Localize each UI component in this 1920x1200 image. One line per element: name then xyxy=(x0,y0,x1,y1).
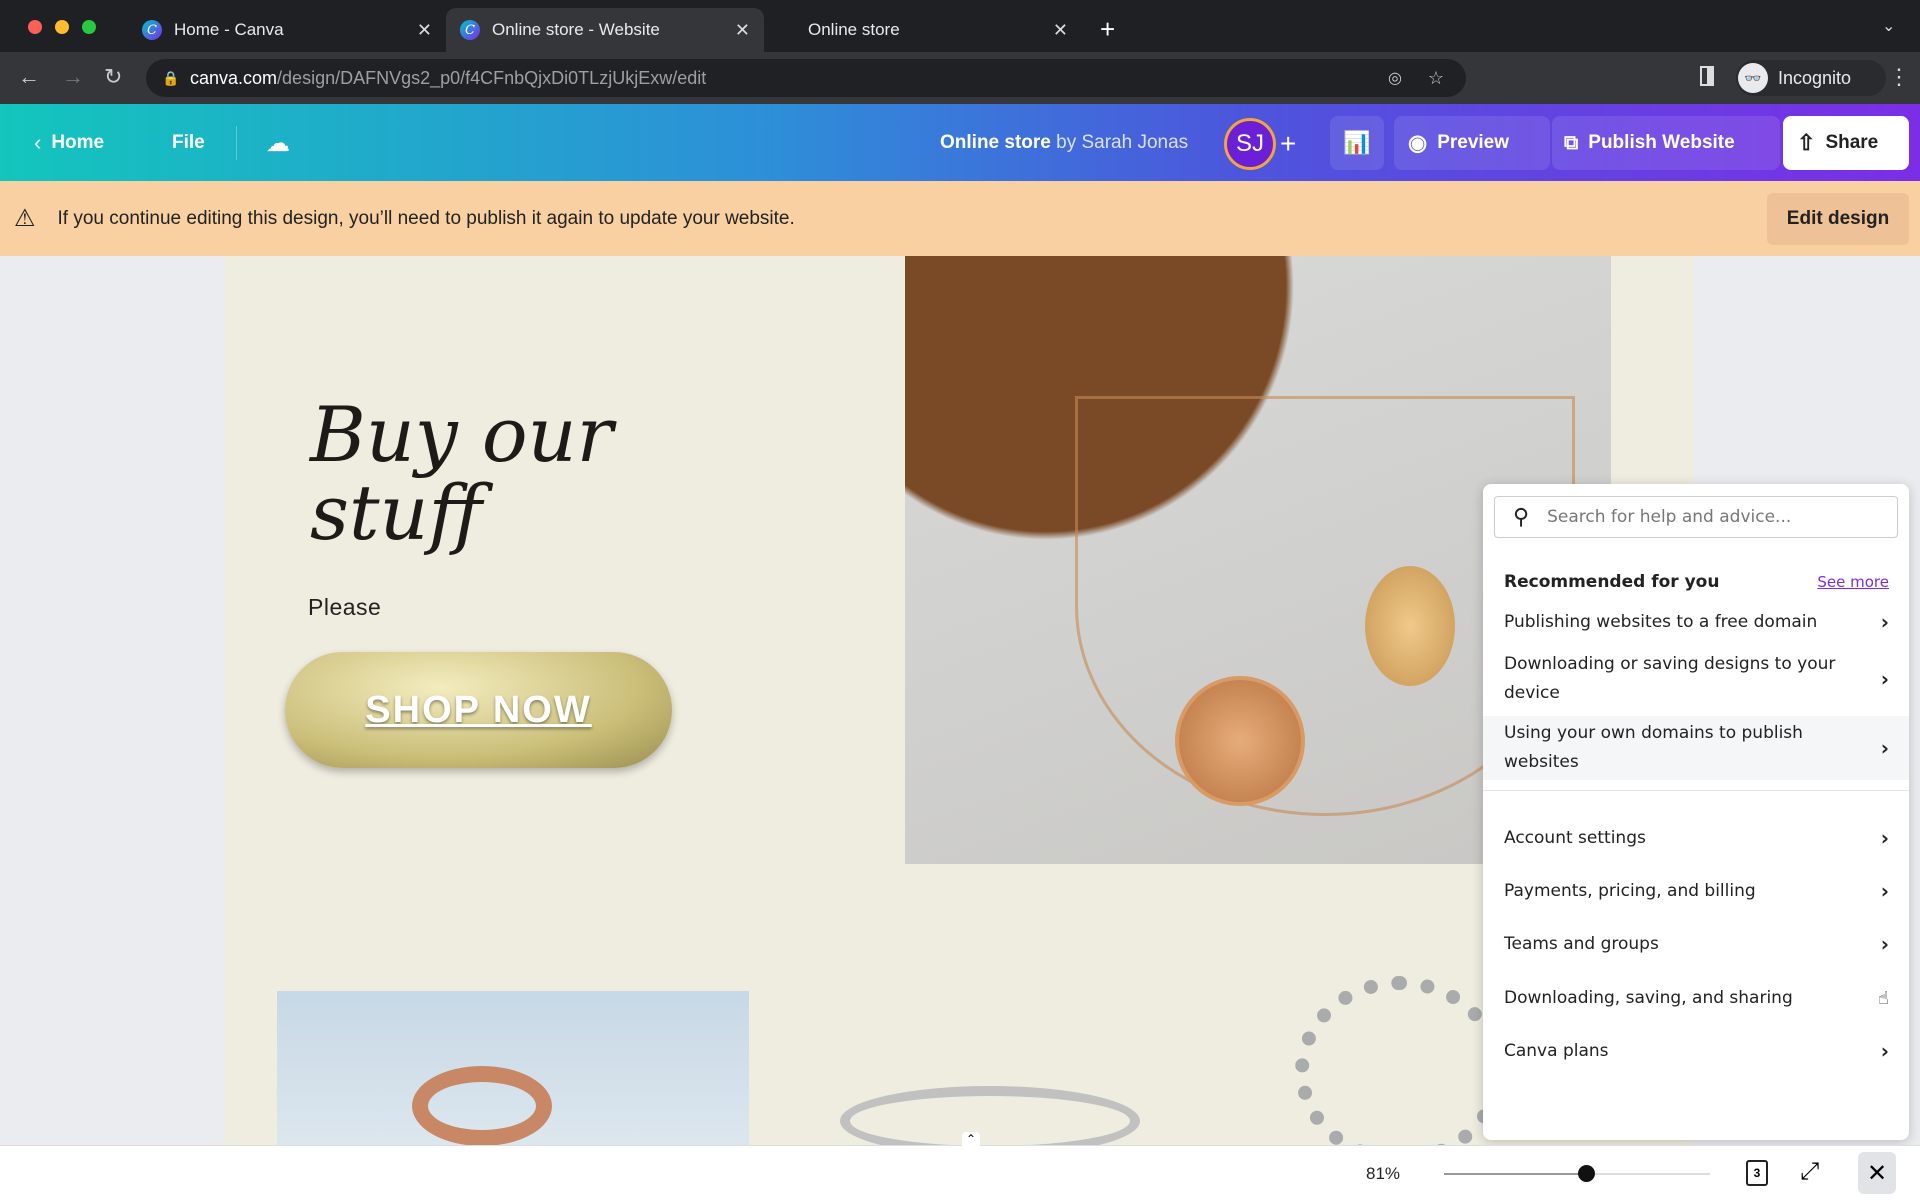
canva-favicon-icon: C xyxy=(142,20,162,40)
gold-pendant-shape xyxy=(1365,566,1455,686)
help-item[interactable]: Downloading or saving designs to your de… xyxy=(1483,650,1909,708)
help-topic-downloading[interactable]: Downloading, saving, and sharing ☝ xyxy=(1483,984,1909,1013)
help-topic-canva-plans[interactable]: Canva plans › xyxy=(1483,1037,1909,1066)
forward-button[interactable]: → xyxy=(62,64,84,90)
maximize-window-button[interactable] xyxy=(82,20,96,34)
chevron-right-icon: › xyxy=(1880,879,1889,903)
back-button[interactable]: ← xyxy=(18,64,40,90)
headline-text[interactable]: Buy our stuff xyxy=(310,396,730,552)
show-pages-chevron-icon[interactable]: ⌃ xyxy=(962,1132,980,1146)
cloud-saved-icon[interactable]: ☁ xyxy=(252,116,304,170)
coin-pendant-shape xyxy=(1175,676,1305,806)
home-button[interactable]: ‹ Home xyxy=(20,116,118,170)
incognito-icon: 👓 xyxy=(1738,63,1768,93)
help-item[interactable]: Using your own domains to publish websit… xyxy=(1483,716,1909,780)
chevron-right-icon: › xyxy=(1880,1039,1889,1063)
tab-search-chevron-icon[interactable]: ⌄ xyxy=(1882,16,1895,36)
divider xyxy=(236,126,237,160)
hand-cursor-icon: ☝ xyxy=(1878,988,1889,1009)
design-canvas[interactable]: Buy our stuff Please SHOP NOW xyxy=(225,256,1693,1145)
close-help-button[interactable]: ✕ xyxy=(1858,1152,1896,1194)
chevron-right-icon: › xyxy=(1880,666,1889,691)
tab-home-canva[interactable]: C Home - Canva ✕ xyxy=(128,8,446,52)
avatar[interactable]: SJ xyxy=(1224,118,1276,170)
see-more-link[interactable]: See more xyxy=(1817,568,1889,597)
add-collaborator-button[interactable]: + xyxy=(1280,128,1296,160)
divider xyxy=(1483,790,1909,791)
publish-website-button[interactable]: ⧉ Publish Website xyxy=(1552,116,1780,170)
silver-rings-photo[interactable] xyxy=(840,1086,1140,1145)
file-menu-button[interactable]: File xyxy=(158,116,219,170)
tracking-protection-icon[interactable]: ◎ xyxy=(1388,68,1402,88)
publish-icon: ⧉ xyxy=(1564,131,1579,154)
help-topic-account-settings[interactable]: Account settings › xyxy=(1483,824,1909,853)
close-tab-icon[interactable]: ✕ xyxy=(417,20,432,41)
chevron-right-icon: › xyxy=(1880,735,1889,760)
help-topic-payments[interactable]: Payments, pricing, and billing › xyxy=(1483,877,1909,906)
fullscreen-expand-icon[interactable]: ⤢ xyxy=(1800,1158,1819,1186)
new-tab-button[interactable]: + xyxy=(1100,14,1115,45)
browser-menu-icon[interactable]: ⋮ xyxy=(1888,64,1910,90)
preview-button[interactable]: ◉ Preview xyxy=(1394,116,1550,170)
zoom-slider-handle[interactable] xyxy=(1578,1165,1595,1182)
share-upload-icon: ⇧ xyxy=(1797,130,1816,155)
chevron-right-icon: › xyxy=(1880,610,1889,634)
zoom-slider-fill xyxy=(1444,1173,1586,1175)
url-input[interactable]: 🔒 canva.com/design/DAFNVgs2_p0/f4CFnbQjx… xyxy=(146,59,1466,97)
shop-now-button[interactable]: SHOP NOW xyxy=(285,652,672,768)
lock-icon: 🔒 xyxy=(162,69,180,86)
close-tab-icon[interactable]: ✕ xyxy=(735,20,750,41)
bookmark-star-icon[interactable]: ☆ xyxy=(1428,68,1444,89)
tab-online-store[interactable]: Online store ✕ xyxy=(764,8,1082,52)
edit-design-button[interactable]: Edit design xyxy=(1767,193,1909,245)
close-tab-icon[interactable]: ✕ xyxy=(1053,20,1068,41)
incognito-profile-button[interactable]: 👓 Incognito xyxy=(1736,60,1886,96)
insights-chart-icon[interactable]: 📊 xyxy=(1330,116,1384,170)
help-search-input[interactable]: ⚲ Search for help and advice... xyxy=(1494,496,1898,538)
chevron-left-icon: ‹ xyxy=(34,130,42,155)
share-button[interactable]: ⇧ Share xyxy=(1783,116,1909,170)
republish-warning-banner: ⚠ If you continue editing this design, y… xyxy=(0,181,1920,256)
minimize-window-button[interactable] xyxy=(55,20,69,34)
body-text[interactable]: Please xyxy=(308,594,381,621)
document-title[interactable]: Online store by Sarah Jonas xyxy=(940,132,1188,154)
reload-button[interactable]: ↻ xyxy=(104,64,122,90)
rings-photo[interactable] xyxy=(277,991,749,1145)
warning-icon: ⚠ xyxy=(14,205,36,232)
tab-online-store-website[interactable]: C Online store - Website ✕ xyxy=(446,8,764,52)
footer-bar: ⌃ 81% 3 ⤢ ✕ xyxy=(0,1132,1920,1200)
recommended-heading: Recommended for you See more xyxy=(1483,568,1909,597)
zoom-slider[interactable] xyxy=(1444,1165,1710,1182)
canva-favicon-icon: C xyxy=(460,20,480,40)
search-icon: ⚲ xyxy=(1513,504,1530,530)
diamond-ring-photo[interactable] xyxy=(1295,976,1505,1145)
help-panel: ⚲ Search for help and advice... Recommen… xyxy=(1483,484,1909,1140)
browser-tab-bar: C Home - Canva ✕ C Online store - Website ✕ … xyxy=(0,0,1920,52)
help-item[interactable]: Publishing websites to a free domain › xyxy=(1483,608,1909,637)
zoom-level[interactable]: 81% xyxy=(1366,1164,1400,1184)
page-count-button[interactable]: 3 xyxy=(1746,1160,1768,1186)
chevron-right-icon: › xyxy=(1880,932,1889,956)
address-bar-row: ← → ↻ 🔒 canva.com/design/DAFNVgs2_p0/f4C… xyxy=(0,52,1920,104)
canva-toolbar: ‹ Home File ☁ Online store by Sarah Jonas… xyxy=(0,104,1920,181)
rose-gold-ring-shape xyxy=(412,1066,552,1145)
help-topic-teams[interactable]: Teams and groups › xyxy=(1483,930,1909,959)
chevron-right-icon: › xyxy=(1880,826,1889,850)
side-panel-icon[interactable] xyxy=(1700,66,1714,86)
eye-icon: ◉ xyxy=(1408,130,1428,155)
close-window-button[interactable] xyxy=(28,20,42,34)
